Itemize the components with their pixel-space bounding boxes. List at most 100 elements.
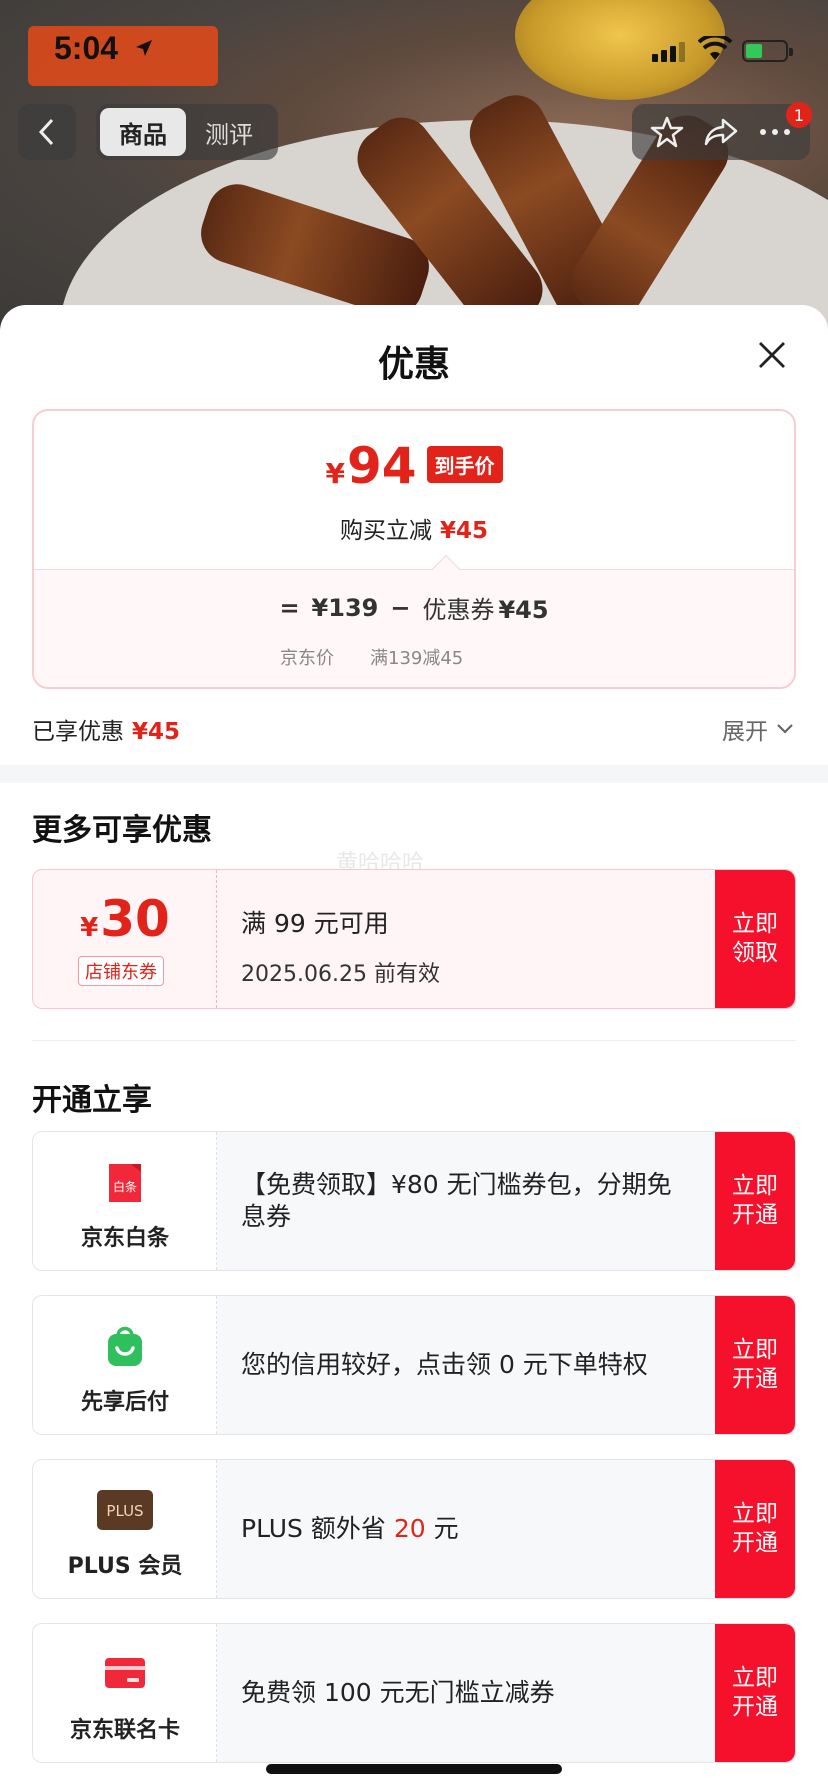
wifi-icon (698, 36, 732, 60)
open-card-brand: 京东联名卡 (33, 1624, 217, 1762)
enjoyed-amount: ¥45 (132, 719, 181, 745)
price-breakdown-card: ¥ 94 到手价 购买立减 ¥45 = ¥139 − 优惠券 ¥45 京东价 满13… (32, 409, 796, 689)
jd-price: ¥139 (311, 593, 379, 622)
open-card-name: 京东白条 (80, 1226, 169, 1251)
open-card-brand: 先享后付 (33, 1296, 217, 1434)
open-card-plus: PLUS PLUS 会员 PLUS 额外省 20 元 立即 开通 (32, 1459, 796, 1599)
open-card-desc: PLUS 额外省 20 元 (241, 1460, 681, 1598)
status-bar: 5:04 (0, 0, 828, 100)
open-baitiao-button[interactable]: 立即 开通 (715, 1132, 795, 1270)
more-offers-title: 更多可享优惠 (32, 813, 212, 848)
final-price-area: ¥ 94 到手价 购买立减 ¥45 (34, 411, 794, 569)
chevron-left-icon (38, 118, 54, 146)
open-card-desc: 【免费领取】¥80 无门槛券包，分期免息券 (241, 1132, 681, 1270)
price-formula: = ¥139 − 优惠券 ¥45 (34, 590, 794, 625)
open-pay-later-button[interactable]: 立即 开通 (715, 1296, 795, 1434)
coupon-validity: 2025.06.25 前有效 (241, 962, 440, 987)
open-card-co-brand: 京东联名卡 免费领 100 元无门槛立减券 立即 开通 (32, 1623, 796, 1763)
plus-icon-text: PLUS (106, 1502, 143, 1520)
plus-icon: PLUS (97, 1490, 153, 1530)
coupon-type-badge: 店铺东券 (78, 956, 164, 986)
open-card-baitiao: 白条 京东白条 【免费领取】¥80 无门槛券包，分期免息券 立即 开通 (32, 1131, 796, 1271)
share-button[interactable] (699, 110, 743, 154)
divider (32, 1040, 796, 1041)
home-indicator (266, 1764, 562, 1774)
product-tabs: 商品 测评 (96, 104, 278, 160)
baitiao-icon: 白条 (109, 1164, 141, 1202)
coupon-condition: 满 99 元可用 (241, 909, 389, 938)
star-icon (650, 116, 684, 148)
button-line: 开通 (732, 1202, 778, 1228)
open-card-name: 京东联名卡 (69, 1718, 180, 1743)
open-card-name: PLUS 会员 (67, 1554, 183, 1579)
nav-actions (632, 104, 810, 160)
open-plus-button[interactable]: 立即 开通 (715, 1460, 795, 1598)
section-separator (0, 765, 828, 783)
final-price-tag: 到手价 (426, 446, 503, 483)
button-line: 立即 (732, 1337, 778, 1364)
shopping-bag-icon (108, 1326, 142, 1366)
final-price-row: ¥ 94 到手价 (34, 441, 794, 493)
open-card-name: 先享后付 (80, 1390, 169, 1415)
discount-sheet: 优惠 ¥ 94 到手价 购买立减 ¥45 = ¥139 − 优惠券 ¥45 京东价 … (0, 305, 828, 1792)
desc-text: 您的信用较好，点击领 0 元下单特权 (241, 1349, 648, 1379)
coupon-currency: ¥ (80, 913, 99, 943)
button-line: 立即 (732, 1665, 778, 1692)
desc-text: 【免费领取】¥80 无门槛券包，分期免息券 (241, 1169, 672, 1232)
enjoyed-label: 已享优惠 (32, 719, 124, 745)
expand-button[interactable]: 展开 (722, 712, 796, 746)
location-arrow-icon (136, 40, 152, 56)
tab-product[interactable]: 商品 (100, 108, 186, 156)
button-line: 立即 (732, 1501, 778, 1528)
baitiao-icon-text: 白条 (113, 1179, 137, 1194)
open-card-pay-later: 先享后付 您的信用较好，点击领 0 元下单特权 立即 开通 (32, 1295, 796, 1435)
desc-text: PLUS 额外省 (241, 1513, 394, 1543)
enjoyed-discount: 已享优惠 ¥45 (32, 712, 180, 746)
desc-highlight: 20 (393, 1513, 426, 1543)
reduction-row: 购买立减 ¥45 (34, 511, 794, 545)
jd-price-label: 京东价 (280, 648, 334, 669)
reduction-label: 购买立减 (339, 518, 432, 544)
button-line: 立即 (732, 1173, 778, 1200)
coupon-value: ¥ 30 (33, 894, 217, 944)
button-line: 立即 (732, 911, 778, 938)
desc-text: 免费领 100 元无门槛立减券 (241, 1677, 555, 1707)
open-card-desc: 免费领 100 元无门槛立减券 (241, 1624, 681, 1762)
desc-tail: 元 (425, 1513, 459, 1543)
favorite-button[interactable] (645, 110, 689, 154)
enjoyed-discount-row: 已享优惠 ¥45 展开 (32, 709, 796, 749)
coupon-details: 满 99 元可用 2025.06.25 前有效 (241, 904, 440, 988)
reduction-amount: ¥45 (439, 518, 488, 544)
button-line: 领取 (732, 940, 778, 966)
coupon-amount-value: 30 (100, 890, 170, 948)
coupon-amount: ¥45 (498, 596, 549, 624)
claim-coupon-button[interactable]: 立即 领取 (715, 870, 795, 1008)
open-card-brand: PLUS PLUS 会员 (33, 1460, 217, 1598)
message-badge: 1 (786, 102, 812, 128)
share-icon (704, 118, 738, 146)
expand-label: 展开 (722, 719, 768, 745)
price-formula-area: = ¥139 − 优惠券 ¥45 京东价 满139减45 (34, 569, 794, 687)
final-price: 94 (346, 437, 417, 495)
button-line: 开通 (732, 1530, 778, 1556)
more-dots-icon (760, 129, 790, 135)
coupon-value-area: ¥ 30 店铺东券 (33, 870, 217, 1008)
back-button[interactable] (18, 104, 76, 160)
coupon-rule: 满139减45 (370, 648, 464, 669)
status-time: 5:04 (54, 30, 119, 66)
currency-symbol: ¥ (325, 457, 345, 490)
open-co-brand-card-button[interactable]: 立即 开通 (715, 1624, 795, 1762)
open-card-brand: 白条 京东白条 (33, 1132, 217, 1270)
close-icon[interactable] (752, 335, 792, 375)
open-section-title: 开通立享 (32, 1083, 152, 1118)
sheet-title: 优惠 (377, 344, 450, 385)
tab-review[interactable]: 测评 (186, 108, 272, 156)
chevron-down-icon (777, 724, 793, 734)
open-card-desc: 您的信用较好，点击领 0 元下单特权 (241, 1296, 681, 1434)
shop-coupon-card: ¥ 30 店铺东券 满 99 元可用 2025.06.25 前有效 立即 领取 (32, 869, 796, 1009)
minus-sign: − (390, 593, 411, 622)
coupon-label: 优惠券 (422, 596, 495, 624)
button-line: 开通 (732, 1366, 778, 1392)
battery-icon (742, 40, 793, 62)
cellular-signal-icon (652, 40, 686, 62)
